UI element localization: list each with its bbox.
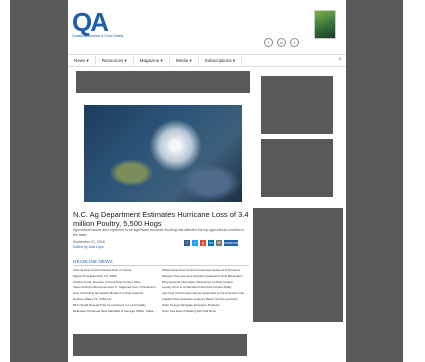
logo-mark: QA xyxy=(72,7,109,37)
news-link[interactable]: Franklin Pest Solutions Acquires Basco T… xyxy=(162,297,248,303)
share-buttons: f t g in ✉ SUBSCRIBE xyxy=(184,240,241,246)
linkedin-share-icon[interactable]: in xyxy=(208,240,214,246)
ad-placeholder-sidebar-1[interactable] xyxy=(261,76,333,134)
facebook-icon[interactable]: f xyxy=(290,38,299,47)
ad-placeholder-bottom[interactable] xyxy=(73,334,247,356)
subscribe-button[interactable]: SUBSCRIBE xyxy=(224,240,241,246)
logo-tagline: Quality Assurance & Food Safety xyxy=(72,34,124,38)
article-headline: N.C. Ag Department Estimates Hurricane L… xyxy=(73,210,249,228)
headline-news-heading: HEADLINE NEWS xyxy=(73,259,249,266)
social-links: t in f xyxy=(264,38,299,47)
article-page: QA Quality Assurance & Food Safety t in … xyxy=(68,0,346,362)
nav-subscriptions[interactable]: Subscriptions ▾ xyxy=(199,56,243,65)
article-author[interactable]: Edited by Lisa Lupo xyxy=(73,245,105,250)
ad-placeholder-top[interactable] xyxy=(76,71,250,93)
ad-placeholder-sidebar-2[interactable] xyxy=(261,139,333,197)
hurricane-satellite-image xyxy=(84,105,242,202)
linkedin-icon[interactable]: in xyxy=(277,38,286,47)
magazine-cover-thumbnail[interactable] xyxy=(314,10,336,39)
left-page-gutter xyxy=(10,0,68,362)
nav-media[interactable]: Media ▾ xyxy=(170,56,199,65)
nav-news[interactable]: News ▾ xyxy=(68,56,96,65)
site-logo[interactable]: QA Quality Assurance & Food Safety xyxy=(72,7,132,38)
headline-news-right-column: Wheat Zone Pest Control Announces Series… xyxy=(162,268,248,314)
article-date: September 21, 2018 xyxy=(73,240,105,244)
search-icon[interactable]: ⌕ xyxy=(338,56,342,64)
news-link[interactable]: Rolleritee Continued New Standard of Geo… xyxy=(73,309,159,315)
main-nav: News ▾ Resources ▾ Magazine ▾ Media ▾ Su… xyxy=(68,54,346,67)
news-link[interactable]: Wheat Zone Pest Control Announces Series… xyxy=(162,268,248,274)
right-page-gutter xyxy=(346,0,403,362)
nav-resources[interactable]: Resources ▾ xyxy=(96,56,134,65)
news-link[interactable]: Western Pest Services Acquires Quarantin… xyxy=(162,274,248,280)
ad-placeholder-sidebar-3[interactable] xyxy=(253,208,343,322)
twitter-share-icon[interactable]: t xyxy=(192,240,198,246)
headline-news-left-column: Arizona Pest Control Named Tech of Youse… xyxy=(73,268,159,314)
nav-magazine[interactable]: Magazine ▾ xyxy=(134,56,170,65)
news-link[interactable]: Suzo Ties Expert Dealing with Rod Drive xyxy=(162,309,248,315)
email-share-icon[interactable]: ✉ xyxy=(216,240,222,246)
article-byline: September 21, 2018 Edited by Lisa Lupo xyxy=(73,240,105,249)
google-share-icon[interactable]: g xyxy=(200,240,206,246)
facebook-share-icon[interactable]: f xyxy=(184,240,190,246)
article-summary: Agricultural losses also expected to be … xyxy=(73,228,245,237)
twitter-icon[interactable]: t xyxy=(264,38,273,47)
